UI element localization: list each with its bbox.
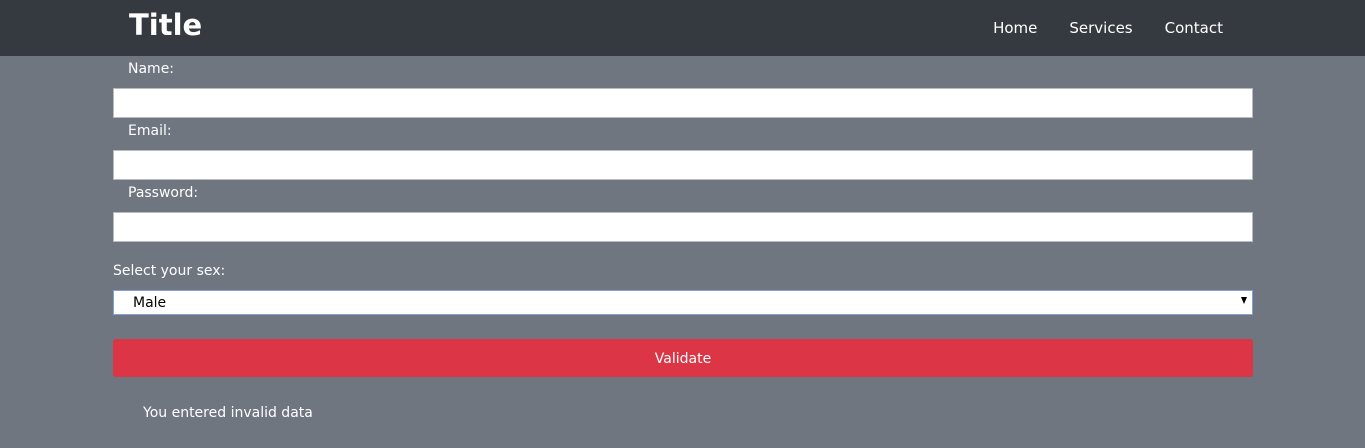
password-label: Password: xyxy=(128,185,199,201)
nav-contact-link[interactable]: Contact xyxy=(1165,18,1223,38)
password-input[interactable] xyxy=(113,212,1253,242)
error-message: You entered invalid data xyxy=(143,405,313,421)
nav-services-link[interactable]: Services xyxy=(1069,18,1132,38)
validate-button[interactable]: Validate xyxy=(113,339,1253,377)
sex-select-value: Male xyxy=(133,295,167,311)
nav-home-link[interactable]: Home xyxy=(993,18,1037,38)
brand-title[interactable]: Title xyxy=(129,6,202,44)
email-label: Email: xyxy=(128,123,172,139)
name-input[interactable] xyxy=(113,88,1253,118)
name-label: Name: xyxy=(128,61,175,77)
sex-select[interactable]: Male xyxy=(113,290,1253,315)
dropdown-arrow-icon xyxy=(1241,297,1247,304)
email-input[interactable] xyxy=(113,150,1253,180)
sex-label: Select your sex: xyxy=(113,263,226,279)
navbar: Title Home Services Contact xyxy=(0,0,1365,56)
nav-links: Home Services Contact xyxy=(961,18,1223,38)
